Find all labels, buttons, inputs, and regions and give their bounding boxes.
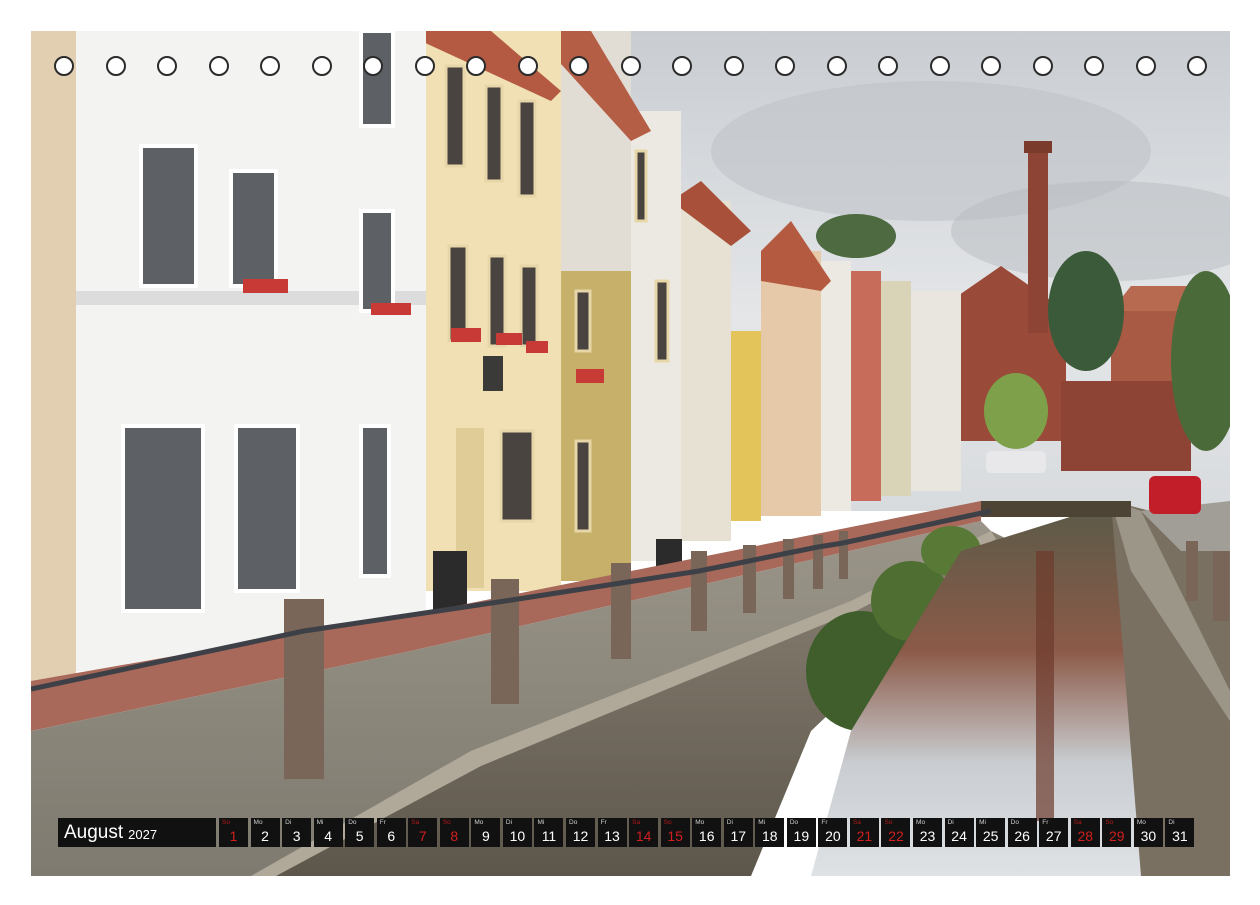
day-number: 4 bbox=[324, 828, 333, 844]
day-cell: Do 5 bbox=[345, 818, 375, 847]
month-name: August bbox=[64, 821, 124, 843]
day-number: 1 bbox=[229, 828, 238, 844]
weekday-label: Mo bbox=[916, 819, 926, 826]
day-number: 2 bbox=[261, 828, 269, 844]
day-number: 24 bbox=[951, 828, 967, 844]
weekday-label: Di bbox=[285, 819, 292, 826]
day-cell: Do 19 bbox=[786, 818, 816, 847]
day-number: 30 bbox=[1140, 828, 1157, 844]
weekday-label: Fr bbox=[821, 819, 828, 826]
day-cell: Mi 25 bbox=[976, 818, 1006, 847]
weekday-label: Fr bbox=[1042, 819, 1049, 826]
day-cell: Sa 7 bbox=[408, 818, 438, 847]
day-number: 22 bbox=[888, 828, 904, 844]
month-label: August 2027 bbox=[58, 818, 216, 847]
weekday-label: Fr bbox=[600, 819, 607, 826]
weekday-label: So bbox=[884, 819, 893, 826]
day-number: 15 bbox=[667, 828, 683, 844]
day-cell: Mo 30 bbox=[1133, 818, 1163, 847]
day-cell: So 22 bbox=[881, 818, 911, 847]
weekday-label: So bbox=[442, 819, 451, 826]
day-cell: Di 17 bbox=[723, 818, 753, 847]
weekday-label: Sa bbox=[411, 819, 420, 826]
day-number: 27 bbox=[1045, 828, 1062, 844]
weekday-label: Mo bbox=[1136, 819, 1146, 826]
weekday-label: Di bbox=[505, 819, 513, 826]
day-cell: Fr 20 bbox=[818, 818, 848, 847]
day-cell: Mi 4 bbox=[313, 818, 343, 847]
day-cell: Mo 23 bbox=[913, 818, 943, 847]
day-number: 7 bbox=[418, 828, 427, 844]
day-number: 8 bbox=[450, 828, 459, 844]
day-cell: Do 12 bbox=[566, 818, 596, 847]
day-cell: Di 10 bbox=[502, 818, 532, 847]
day-number: 19 bbox=[793, 828, 810, 844]
day-cell: Mi 18 bbox=[755, 818, 785, 847]
day-cell: Di 24 bbox=[944, 818, 974, 847]
day-cell: So 15 bbox=[660, 818, 690, 847]
day-number: 11 bbox=[541, 828, 557, 844]
weekday-label: So bbox=[663, 819, 672, 826]
day-number: 17 bbox=[730, 828, 747, 844]
day-cell: Fr 27 bbox=[1039, 818, 1069, 847]
day-number: 23 bbox=[919, 828, 936, 844]
weekday-label: Di bbox=[1168, 819, 1175, 826]
day-number: 3 bbox=[292, 828, 301, 844]
day-number: 14 bbox=[635, 828, 652, 844]
day-number: 31 bbox=[1172, 828, 1188, 844]
weekday-label: So bbox=[222, 819, 230, 826]
day-cell: So 29 bbox=[1102, 818, 1132, 847]
weekday-label: Do bbox=[1010, 819, 1019, 826]
day-cell: Fr 13 bbox=[597, 818, 627, 847]
weekday-label: Mi bbox=[979, 819, 986, 826]
day-cells: So 1 Mo 2 Di 3 Mi 4 Do 5 Fr 6 Sa 7 So 8 Mo 9 Di 10 Mi 11 Do 12 F… bbox=[219, 818, 1197, 847]
day-cell: So 1 bbox=[219, 818, 248, 847]
weekday-label: Do bbox=[569, 819, 578, 826]
day-number: 6 bbox=[387, 828, 396, 844]
year-label: 2027 bbox=[128, 827, 158, 842]
weekday-label: Do bbox=[789, 819, 799, 826]
day-cell: Fr 6 bbox=[376, 818, 406, 847]
day-cell: Sa 21 bbox=[849, 818, 879, 847]
weekday-label: Sa bbox=[852, 819, 861, 826]
day-cell: Di 3 bbox=[282, 818, 312, 847]
weekday-label: Mi bbox=[537, 819, 545, 826]
day-cell: Sa 14 bbox=[629, 818, 659, 847]
day-cell: Do 26 bbox=[1007, 818, 1037, 847]
weekday-label: Sa bbox=[632, 819, 641, 826]
day-number: 20 bbox=[825, 828, 841, 844]
calendar-photo bbox=[31, 31, 1230, 876]
day-cell: Di 31 bbox=[1165, 818, 1195, 847]
day-number: 18 bbox=[762, 828, 778, 844]
weekday-label: Di bbox=[947, 819, 954, 826]
day-number: 13 bbox=[604, 828, 620, 844]
weekday-label: Mi bbox=[758, 819, 766, 826]
day-cell: So 8 bbox=[439, 818, 469, 847]
weekday-label: Mi bbox=[316, 819, 324, 826]
day-number: 16 bbox=[698, 828, 715, 844]
day-cell: Mo 2 bbox=[250, 818, 280, 847]
weekday-label: Fr bbox=[379, 819, 386, 826]
weekday-label: Mo bbox=[474, 819, 484, 826]
day-number: 21 bbox=[856, 828, 873, 844]
weekday-label: Mo bbox=[695, 819, 705, 826]
day-number: 5 bbox=[355, 828, 364, 844]
day-number: 12 bbox=[572, 828, 589, 844]
calendar-bar: August 2027 So 1 Mo 2 Di 3 Mi 4 Do 5 Fr 6 Sa 7 So 8 Mo 9 D… bbox=[58, 818, 1197, 847]
day-number: 25 bbox=[982, 828, 999, 844]
day-number: 28 bbox=[1077, 828, 1094, 844]
day-number: 26 bbox=[1014, 828, 1030, 844]
weekday-label: Do bbox=[348, 819, 357, 826]
day-number: 29 bbox=[1109, 828, 1125, 844]
day-cell: Mo 9 bbox=[471, 818, 501, 847]
day-cell: Mo 16 bbox=[692, 818, 722, 847]
day-cell: Sa 28 bbox=[1070, 818, 1100, 847]
weekday-label: Sa bbox=[1073, 819, 1082, 826]
day-number: 10 bbox=[509, 828, 526, 844]
weekday-label: So bbox=[1105, 819, 1114, 826]
weekday-label: Di bbox=[726, 819, 733, 826]
day-cell: Mi 11 bbox=[534, 818, 564, 847]
weekday-label: Mo bbox=[253, 819, 263, 826]
day-number: 9 bbox=[481, 828, 490, 844]
